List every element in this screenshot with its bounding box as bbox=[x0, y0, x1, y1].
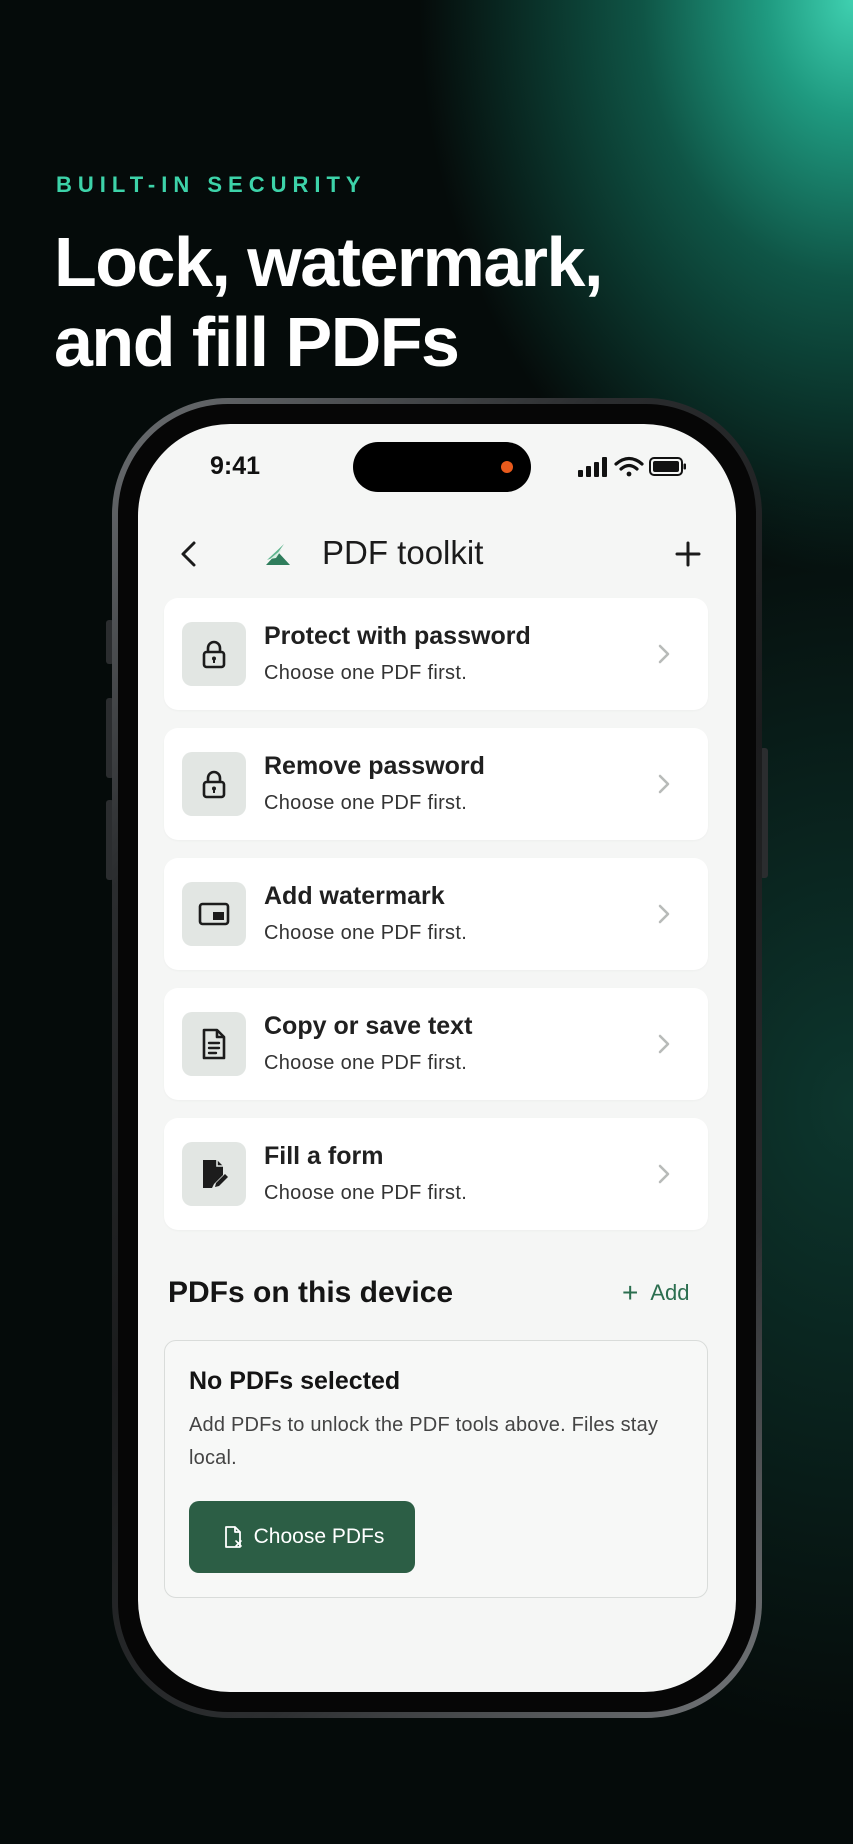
headline-line-1: Lock, watermark, bbox=[54, 223, 603, 301]
page-title: PDF toolkit bbox=[322, 534, 484, 571]
tool-title: Add watermark bbox=[264, 882, 445, 910]
document-text-icon bbox=[182, 1012, 246, 1076]
app-logo-icon bbox=[266, 544, 290, 565]
tool-list: Protect with password Choose one PDF fir… bbox=[164, 598, 708, 1248]
tool-protect-password[interactable]: Protect with password Choose one PDF fir… bbox=[164, 598, 708, 710]
nav-bar: PDF toolkit bbox=[138, 524, 736, 584]
battery-icon bbox=[649, 457, 686, 476]
empty-state-card: No PDFs selected Add PDFs to unlock the … bbox=[164, 1340, 708, 1598]
add-icon[interactable] bbox=[672, 538, 704, 570]
tool-title: Fill a form bbox=[264, 1142, 384, 1170]
tool-copy-save-text[interactable]: Copy or save text Choose one PDF first. bbox=[164, 988, 708, 1100]
tool-title: Copy or save text bbox=[264, 1012, 473, 1040]
file-icon bbox=[224, 1526, 242, 1548]
wifi-icon bbox=[614, 456, 644, 477]
chevron-right-icon bbox=[658, 774, 670, 794]
promo-headline: Lock, watermark, and fill PDFs bbox=[54, 222, 774, 382]
form-edit-icon bbox=[182, 1142, 246, 1206]
choose-pdfs-label: Choose PDFs bbox=[253, 1525, 385, 1548]
section-title: PDFs on this device bbox=[168, 1276, 454, 1309]
tool-title: Protect with password bbox=[264, 622, 531, 650]
tool-remove-password[interactable]: Remove password Choose one PDF first. bbox=[164, 728, 708, 840]
tool-title: Remove password bbox=[264, 752, 485, 780]
tool-subtitle: Choose one PDF first. bbox=[264, 922, 468, 944]
promo-eyebrow: BUILT-IN SECURITY bbox=[56, 172, 367, 197]
status-icons bbox=[578, 456, 686, 477]
headline-line-2: and fill PDFs bbox=[54, 303, 460, 381]
chevron-right-icon bbox=[658, 1034, 670, 1054]
cellular-signal-icon bbox=[578, 457, 607, 477]
chevron-right-icon bbox=[658, 1164, 670, 1184]
tool-subtitle: Choose one PDF first. bbox=[264, 792, 468, 814]
add-link-label: Add bbox=[650, 1280, 690, 1305]
empty-state-title: No PDFs selected bbox=[189, 1367, 401, 1395]
tool-add-watermark[interactable]: Add watermark Choose one PDF first. bbox=[164, 858, 708, 970]
lock-icon bbox=[182, 752, 246, 816]
plus-icon: + bbox=[622, 1277, 639, 1308]
tool-subtitle: Choose one PDF first. bbox=[264, 662, 468, 684]
phone-screen: 9:41 PDF toolkit Protect with password C… bbox=[138, 424, 736, 1692]
tool-subtitle: Choose one PDF first. bbox=[264, 1052, 468, 1074]
lock-icon bbox=[182, 622, 246, 686]
empty-state-body: Add PDFs to unlock the PDF tools above. … bbox=[189, 1414, 659, 1469]
watermark-icon bbox=[182, 882, 246, 946]
chevron-right-icon bbox=[658, 644, 670, 664]
tool-subtitle: Choose one PDF first. bbox=[264, 1182, 468, 1204]
dynamic-island bbox=[353, 442, 531, 492]
choose-pdfs-button[interactable]: Choose PDFs bbox=[189, 1501, 415, 1573]
chevron-right-icon bbox=[658, 904, 670, 924]
add-pdfs-link[interactable]: + Add bbox=[622, 1277, 690, 1308]
camera-indicator bbox=[501, 461, 513, 473]
tool-fill-form[interactable]: Fill a form Choose one PDF first. bbox=[164, 1118, 708, 1230]
back-chevron-icon[interactable] bbox=[174, 538, 206, 570]
status-time: 9:41 bbox=[210, 452, 261, 480]
